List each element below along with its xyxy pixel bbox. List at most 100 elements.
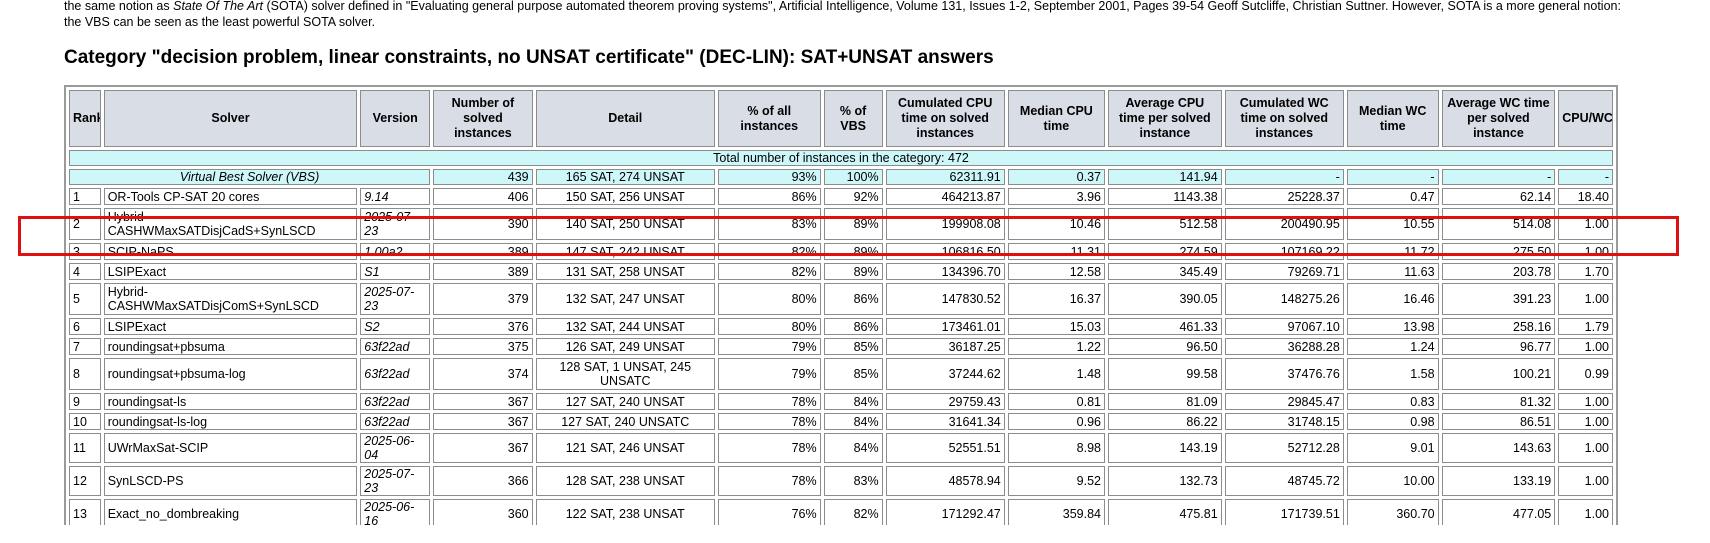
med-cpu-cell: 1.22	[1007, 338, 1106, 355]
detail-cell: 147 SAT, 242 UNSAT	[535, 243, 715, 260]
rank-cell: 9	[69, 393, 101, 410]
pct-all-cell: 80%	[717, 283, 821, 315]
avg-wc-cell: 275.50	[1441, 243, 1556, 260]
med-cpu-cell: 12.58	[1007, 263, 1106, 280]
cpu-wc-cell: 1.00	[1558, 413, 1613, 430]
cpu-wc-cell: 1.00	[1558, 283, 1613, 315]
cum-cpu-cell: 36187.25	[885, 338, 1005, 355]
cum-cpu-cell: 199908.08	[885, 208, 1005, 240]
pct-vbs-cell: 84%	[823, 393, 883, 410]
detail-cell: 132 SAT, 247 UNSAT	[535, 283, 715, 315]
vbs-avg-cpu: 141.94	[1108, 169, 1222, 185]
pct-all-cell: 78%	[717, 466, 821, 496]
pct-all-cell: 78%	[717, 393, 821, 410]
med-wc-cell: 10.00	[1346, 466, 1439, 496]
med-cpu-cell: 10.46	[1007, 208, 1106, 240]
intro-suffix: (SOTA) solver defined in "Evaluating gen…	[64, 0, 1621, 29]
med-wc-cell: 0.98	[1346, 413, 1439, 430]
solved-cell: 367	[433, 393, 533, 410]
cpu-wc-cell: 1.00	[1558, 466, 1613, 496]
vbs-cum-cpu: 62311.91	[885, 169, 1005, 185]
solver-cell: Exact_no_dombreaking	[103, 499, 358, 525]
solver-cell: roundingsat+pbsuma-log	[103, 358, 358, 390]
avg-cpu-cell: 143.19	[1108, 433, 1222, 463]
solved-cell: 406	[433, 188, 533, 205]
cum-cpu-cell: 464213.87	[885, 188, 1005, 205]
cpu-wc-cell: 1.00	[1558, 499, 1613, 525]
version-cell: 2025-06-04	[360, 433, 431, 463]
cum-wc-cell: 107169.22	[1224, 243, 1344, 260]
cum-wc-cell: 97067.10	[1224, 318, 1344, 335]
solver-cell: roundingsat+pbsuma	[103, 338, 358, 355]
avg-wc-cell: 203.78	[1441, 263, 1556, 280]
cum-cpu-cell: 147830.52	[885, 283, 1005, 315]
table-row: 6 LSIPExact S2 376 132 SAT, 244 UNSAT 80% 86% 1…	[69, 318, 1613, 335]
solver-cell: roundingsat-ls-log	[103, 413, 358, 430]
cum-wc-cell: 148275.26	[1224, 283, 1344, 315]
detail-cell: 127 SAT, 240 UNSATC	[535, 413, 715, 430]
vbs-avg-wc: -	[1441, 169, 1556, 185]
table-row: 13 Exact_no_dombreaking 2025-06-16 360 122 S…	[69, 499, 1613, 525]
cpu-wc-cell: 1.79	[1558, 318, 1613, 335]
table-row: 2 Hybrid-CASHWMaxSATDisjCadS+SynLSCD 2025-…	[69, 208, 1613, 240]
header-med-cpu: Median CPU time	[1007, 90, 1106, 147]
table-row: 8 roundingsat+pbsuma-log 63f22ad 374 128 SAT…	[69, 358, 1613, 390]
header-pct-vbs: % of VBS	[823, 90, 883, 147]
table-row: 3 SCIP-NaPS 1.00a2 389 147 SAT, 242 UNSAT 82%…	[69, 243, 1613, 260]
detail-cell: 128 SAT, 238 UNSAT	[535, 466, 715, 496]
vbs-med-cpu: 0.37	[1007, 169, 1106, 185]
cum-wc-cell: 36288.28	[1224, 338, 1344, 355]
cpu-wc-cell: 1.00	[1558, 433, 1613, 463]
pct-all-cell: 82%	[717, 263, 821, 280]
header-solved: Number of solved instances	[433, 90, 533, 147]
pct-vbs-cell: 84%	[823, 433, 883, 463]
solver-cell: OR-Tools CP-SAT 20 cores	[103, 188, 358, 205]
solver-cell: UWrMaxSat-SCIP	[103, 433, 358, 463]
vbs-pct-vbs: 100%	[823, 169, 883, 185]
pct-all-cell: 78%	[717, 413, 821, 430]
vbs-solved: 439	[433, 169, 533, 185]
solved-cell: 367	[433, 433, 533, 463]
avg-wc-cell: 391.23	[1441, 283, 1556, 315]
med-cpu-cell: 0.96	[1007, 413, 1106, 430]
version-cell: S2	[360, 318, 431, 335]
cum-wc-cell: 31748.15	[1224, 413, 1344, 430]
vbs-name: Virtual Best Solver (VBS)	[69, 169, 431, 185]
avg-cpu-cell: 96.50	[1108, 338, 1222, 355]
avg-cpu-cell: 461.33	[1108, 318, 1222, 335]
table-row: 5 Hybrid-CASHWMaxSATDisjComS+SynLSCD 2025-…	[69, 283, 1613, 315]
med-cpu-cell: 16.37	[1007, 283, 1106, 315]
pct-vbs-cell: 89%	[823, 263, 883, 280]
solver-cell: Hybrid-CASHWMaxSATDisjCadS+SynLSCD	[103, 208, 358, 240]
vbs-row: Virtual Best Solver (VBS) 439 165 SAT, 2…	[69, 169, 1613, 185]
rank-cell: 12	[69, 466, 101, 496]
table-row: 11 UWrMaxSat-SCIP 2025-06-04 367 121 SAT, 24…	[69, 433, 1613, 463]
cum-wc-cell: 25228.37	[1224, 188, 1344, 205]
solved-cell: 389	[433, 263, 533, 280]
detail-cell: 122 SAT, 238 UNSAT	[535, 499, 715, 525]
cum-cpu-cell: 134396.70	[885, 263, 1005, 280]
avg-cpu-cell: 132.73	[1108, 466, 1222, 496]
table-row: 9 roundingsat-ls 63f22ad 367 127 SAT, 240 UN…	[69, 393, 1613, 410]
avg-cpu-cell: 99.58	[1108, 358, 1222, 390]
table-row: 7 roundingsat+pbsuma 63f22ad 375 126 SAT, 24…	[69, 338, 1613, 355]
header-pct-all: % of all instances	[717, 90, 821, 147]
pct-all-cell: 79%	[717, 338, 821, 355]
cum-cpu-cell: 48578.94	[885, 466, 1005, 496]
med-cpu-cell: 8.98	[1007, 433, 1106, 463]
detail-cell: 127 SAT, 240 UNSAT	[535, 393, 715, 410]
cum-cpu-cell: 31641.34	[885, 413, 1005, 430]
solved-cell: 366	[433, 466, 533, 496]
detail-cell: 150 SAT, 256 UNSAT	[535, 188, 715, 205]
cum-wc-cell: 48745.72	[1224, 466, 1344, 496]
detail-cell: 140 SAT, 250 UNSAT	[535, 208, 715, 240]
solved-cell: 390	[433, 208, 533, 240]
avg-wc-cell: 477.05	[1441, 499, 1556, 525]
intro-paragraph: the same notion as State Of The Art (SOT…	[64, 0, 1624, 30]
header-avg-cpu: Average CPU time per solved instance	[1108, 90, 1222, 147]
pct-all-cell: 86%	[717, 188, 821, 205]
header-med-wc: Median WC time	[1346, 90, 1439, 147]
rank-cell: 1	[69, 188, 101, 205]
pct-vbs-cell: 82%	[823, 499, 883, 525]
vbs-cpu-wc: -	[1558, 169, 1613, 185]
